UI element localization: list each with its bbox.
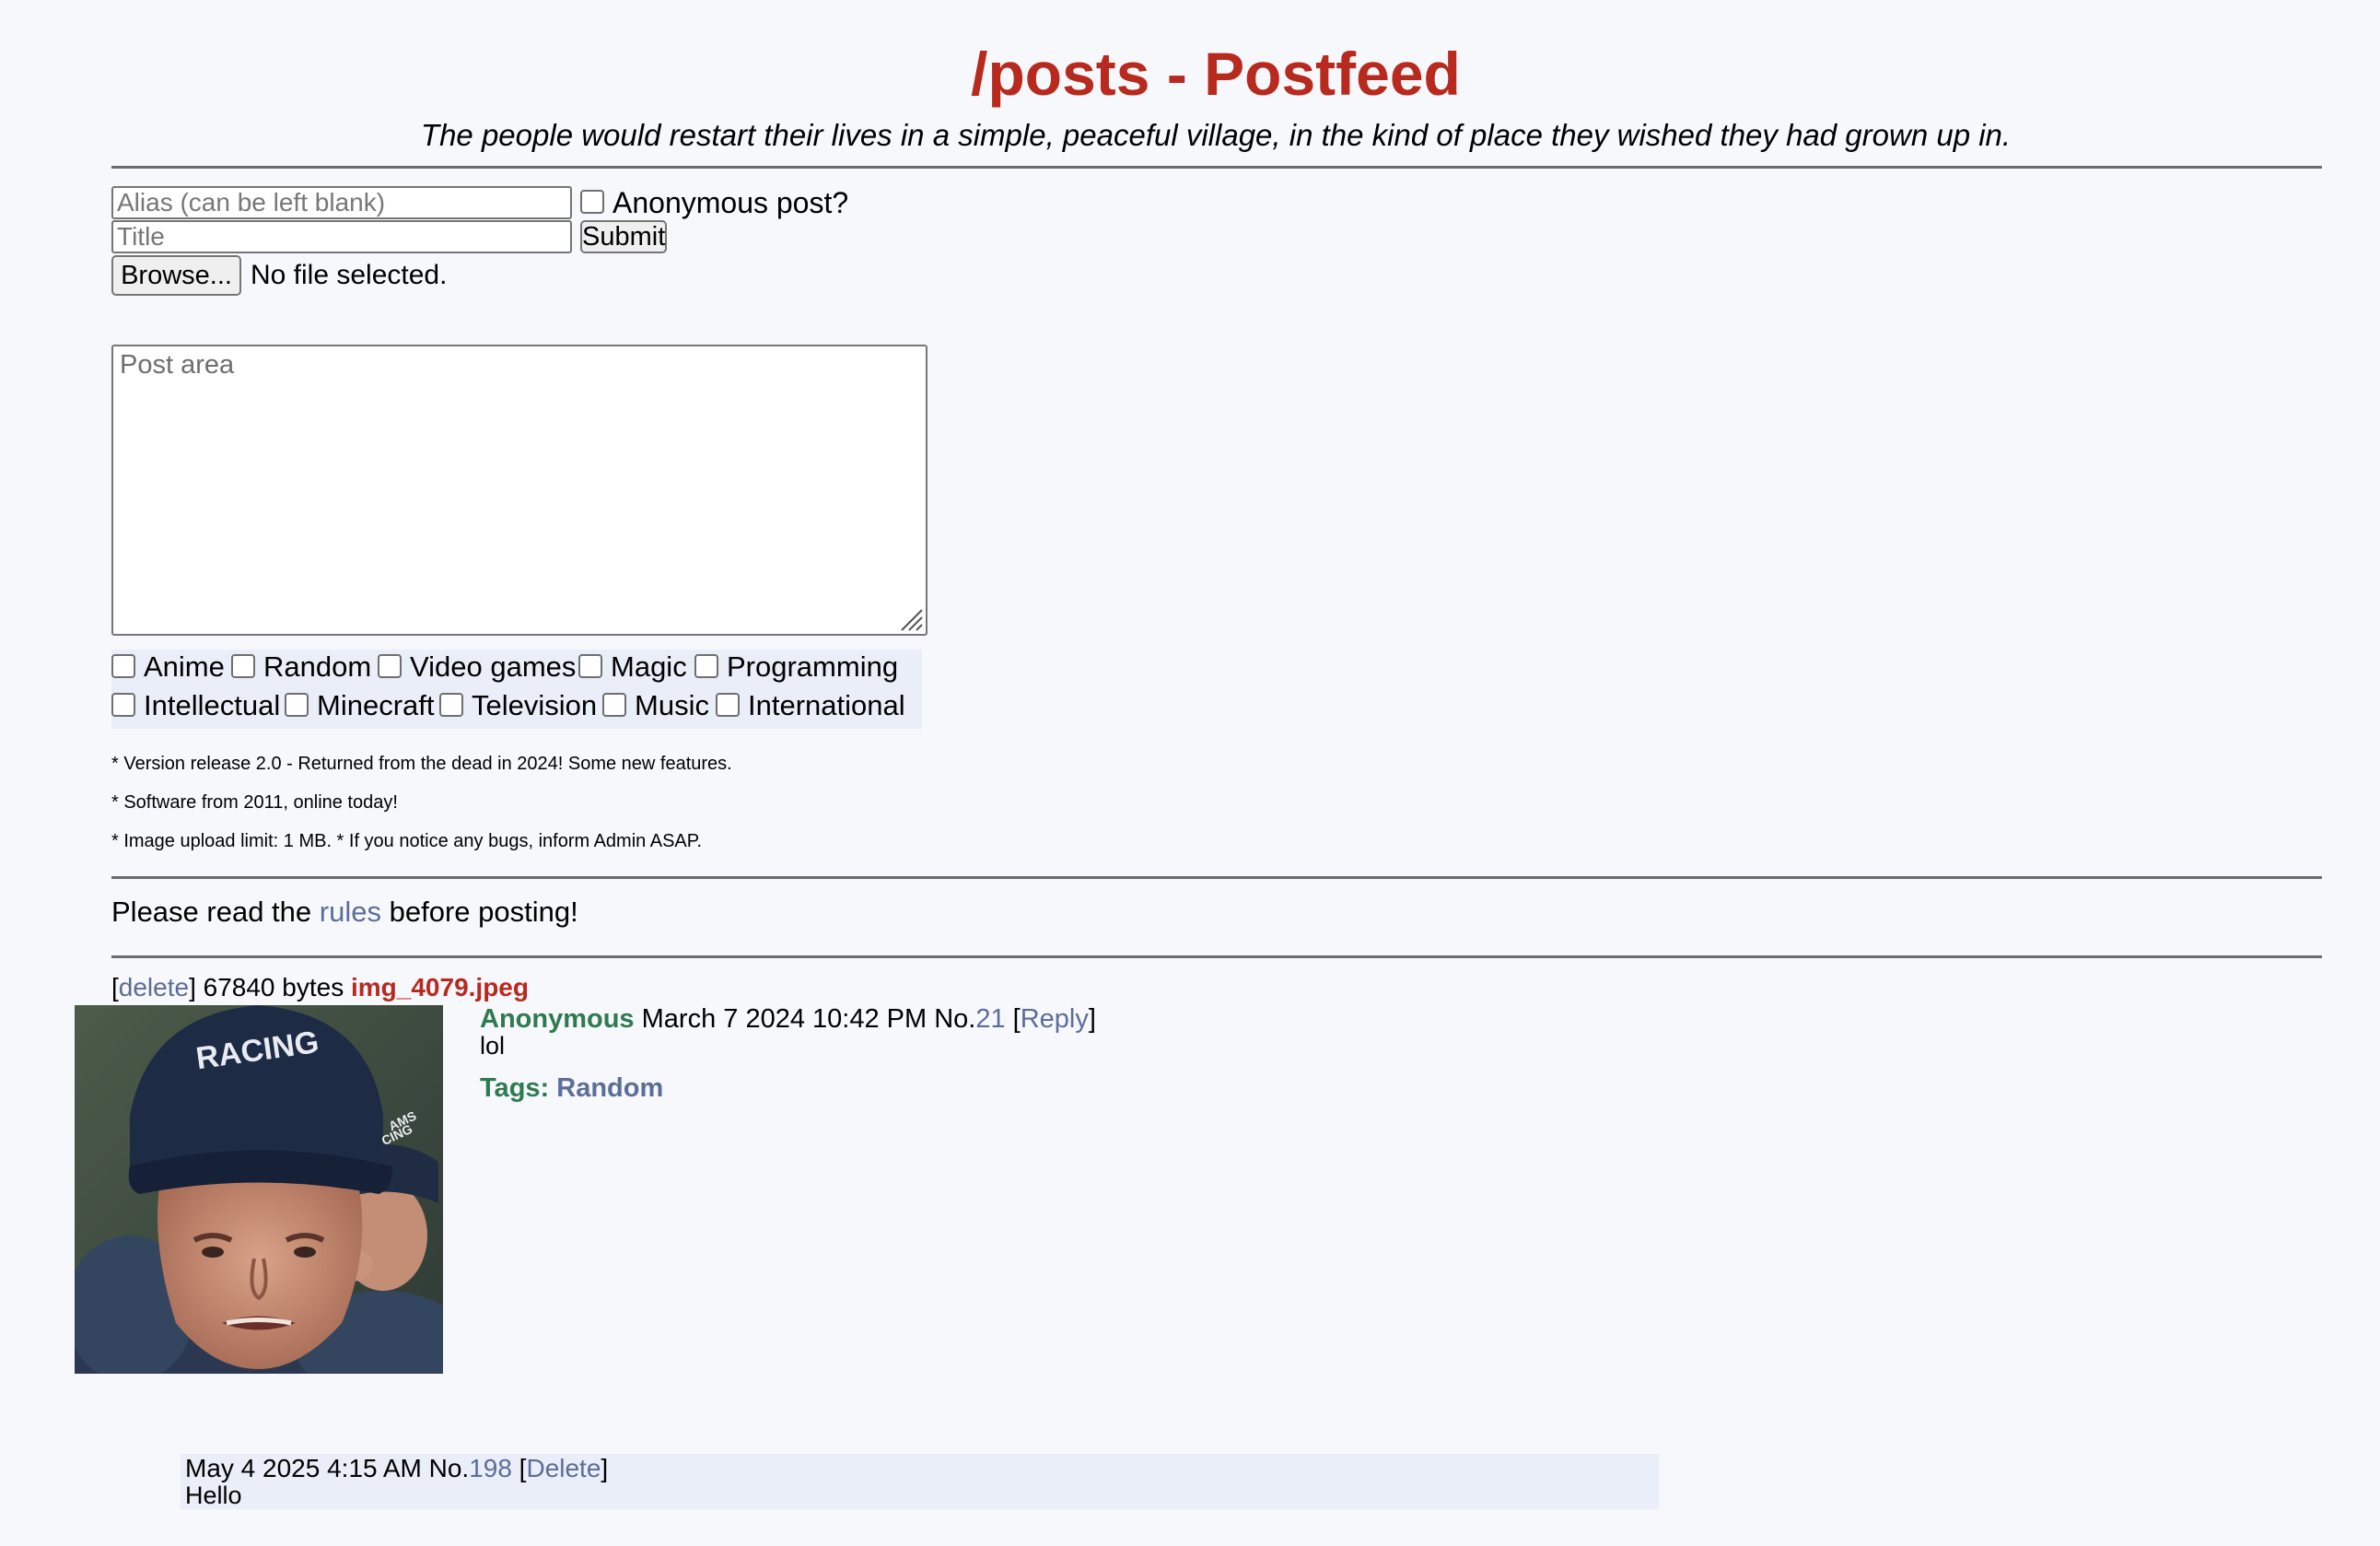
rules-notice: Please read the rules before posting! [111,894,578,931]
post-image-thumbnail[interactable]: RACING AMS CING [75,1005,443,1374]
browse-button[interactable]: Browse... [111,255,241,296]
reply-delete-link[interactable]: Delete [526,1454,601,1482]
tag-checkbox[interactable] [378,653,402,678]
post-image-photo: RACING AMS CING [75,1005,443,1374]
anonymous-checkbox[interactable] [580,189,604,214]
anonymous-label: Anonymous post? [612,186,849,219]
post-file-size: 67840 bytes [203,973,344,1001]
anonymous-toggle[interactable]: Anonymous post? [580,184,848,221]
reply-number-prefix: No. [428,1454,470,1482]
reply-body: Hello [185,1482,242,1509]
rules-notice-after: before posting! [389,896,578,928]
tag-option-music[interactable]: Music [602,687,709,724]
tag-option-programming[interactable]: Programming [694,649,898,685]
tag-label: International [748,689,905,721]
post-file-info: [delete] 67840 bytes img_4079.jpeg [111,973,529,1001]
submit-button[interactable]: Submit [580,220,667,253]
tag-option-anime[interactable]: Anime [111,649,225,685]
post-delete-link[interactable]: delete [119,973,189,1001]
tag-option-intellectual[interactable]: Intellectual [111,687,280,724]
tag-checkbox[interactable] [111,653,135,678]
divider-middle [111,876,2322,879]
title-input[interactable] [111,220,572,253]
tag-label: Video games [410,650,577,683]
post-timestamp: March 7 2024 10:42 PM [641,1004,928,1034]
post-textarea[interactable] [111,345,928,636]
tag-checkbox[interactable] [602,692,626,717]
note-upload-limit: * Image upload limit: 1 MB. * If you not… [111,831,703,851]
alias-input[interactable] [111,186,572,219]
tag-option-international[interactable]: International [716,687,905,724]
resize-grip-icon[interactable] [898,606,924,632]
post-tag-value[interactable]: Random [556,1073,663,1103]
board-subtitle: The people would restart their lives in … [420,118,2012,152]
reply-header: May 4 2025 4:15 AM No.198 [Delete] [185,1454,609,1482]
post-number-prefix: No. [934,1004,976,1034]
tag-label: Minecraft [317,689,435,721]
post-body: lol [480,1032,506,1060]
tag-option-television[interactable]: Television [439,687,597,724]
post-tags-label: Tags: [480,1073,550,1103]
tag-label: Magic [611,650,687,683]
tag-checkbox[interactable] [231,653,255,678]
tag-checkbox[interactable] [285,692,309,717]
tag-checkbox[interactable] [578,653,602,678]
reply-number-link[interactable]: 198 [469,1454,512,1482]
tag-checkbox[interactable] [716,692,740,717]
tag-label: Television [472,689,598,721]
tag-option-video-games[interactable]: Video games [378,649,576,685]
tag-checkbox[interactable] [439,692,463,717]
tag-option-magic[interactable]: Magic [578,649,687,685]
tag-label: Random [263,650,372,683]
file-status: No file selected. [251,260,448,290]
divider-top [111,166,2322,169]
postfeed-page: /posts - Postfeed The people would resta… [0,0,2380,1546]
post-number-link[interactable]: 21 [975,1004,1005,1034]
board-title: /posts - Postfeed [971,40,1461,108]
divider-bottom [111,955,2322,958]
post-tags: Tags: Random [480,1071,663,1106]
tag-label: Music [635,689,709,721]
tag-option-minecraft[interactable]: Minecraft [285,687,434,724]
rules-link[interactable]: rules [320,896,381,928]
tag-checkbox[interactable] [111,692,135,717]
post-file-name[interactable]: img_4079.jpeg [351,973,529,1001]
post-reply-link[interactable]: Reply [1021,1004,1089,1034]
note-software: * Software from 2011, online today! [111,792,398,813]
note-version: * Version release 2.0 - Returned from th… [111,754,732,774]
rules-notice-before: Please read the [111,896,312,928]
tag-option-random[interactable]: Random [231,649,371,685]
tag-label: Programming [727,650,899,683]
tag-label: Anime [144,650,225,683]
post-header: Anonymous March 7 2024 10:42 PM No.21 [R… [480,1004,1096,1034]
tag-checkbox[interactable] [694,653,718,678]
reply-timestamp: May 4 2025 4:15 AM [185,1454,422,1482]
tag-label: Intellectual [144,689,281,721]
